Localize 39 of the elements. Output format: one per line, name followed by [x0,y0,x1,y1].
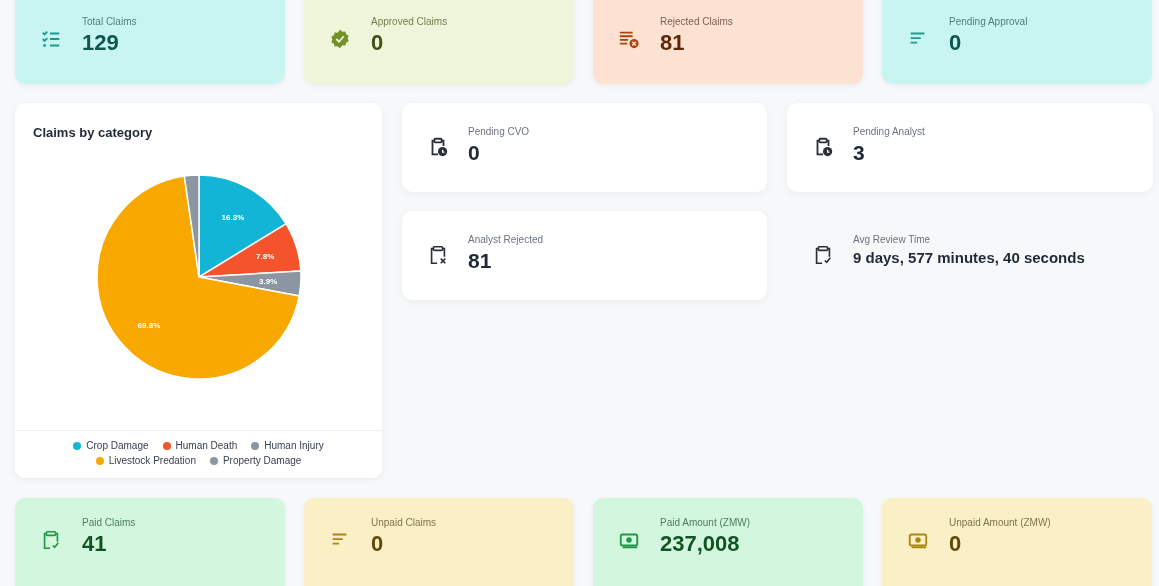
stat-value: 237,008 [660,530,741,558]
verified-badge-icon [329,28,351,50]
stat-value: 9 days, 577 minutes, 40 seconds [853,248,1085,268]
stat-label: Avg Review Time [853,233,932,246]
legend-item[interactable]: Human Injury [251,440,324,451]
stat-label: Paid Amount (ZMW) [660,516,751,529]
stat-value: 3 [853,140,866,166]
legend-item[interactable]: Livestock Predation [95,455,196,466]
legend-item[interactable]: Human Death [162,440,238,451]
stat-label: Pending Analyst [853,125,925,138]
stat-value: 129 [82,29,120,57]
stat-value: 0 [949,29,963,57]
stat-label: Pending CVO [468,125,530,138]
checklist-icon [40,28,62,50]
stat-label: Paid Claims [82,516,136,529]
slice-label: 16.3% [221,212,245,222]
legend-label: Crop Damage [86,440,149,451]
stat-value: 81 [660,29,686,57]
stat-value: 0 [371,29,385,57]
legend-item[interactable]: Crop Damage [73,440,149,451]
stat-label: Unpaid Amount (ZMW) [949,516,1051,529]
legend-label: Human Injury [264,440,324,451]
stat-value: 81 [468,248,493,274]
stat-value: 41 [82,530,108,558]
slice-label: 69.8% [137,321,161,330]
stat-label: Approved Claims [371,15,448,28]
stat-label: Rejected Claims [660,15,733,28]
stat-label: Pending Approval [949,15,1028,28]
legend-item[interactable]: Property Damage [209,455,302,466]
stat-value: 0 [371,530,385,558]
stat-value: 0 [468,140,481,166]
stat-label: Total Claims [82,15,137,28]
slice-label: 3.9% [259,277,278,287]
stat-value: 0 [949,530,963,558]
stat-label: Unpaid Claims [371,516,437,529]
chart-title: Claims by category [33,125,154,140]
legend-label: Human Death [175,440,238,451]
stat-label: Analyst Rejected [468,233,544,246]
slice-label: 7.8% [256,252,275,262]
